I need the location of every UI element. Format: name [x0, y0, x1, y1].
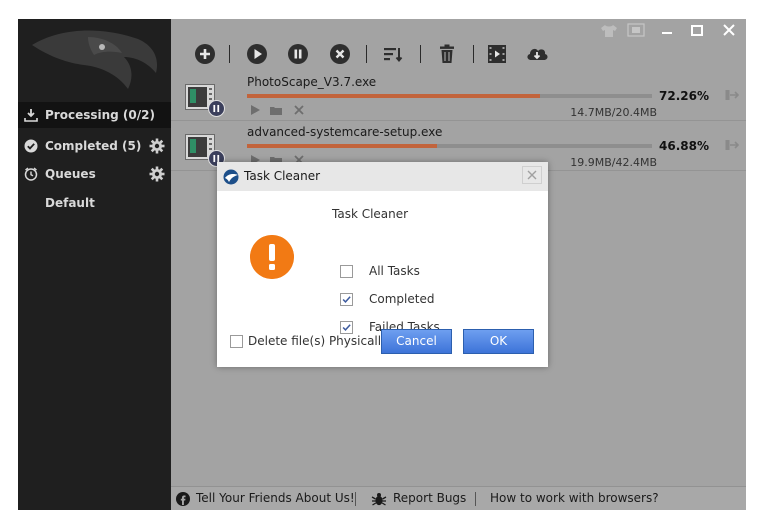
trash-icon[interactable]: [436, 43, 458, 65]
sidebar-item-label: Completed (5): [45, 139, 142, 153]
sidebar-item-label: Processing (0/2): [45, 108, 155, 122]
download-percent: 72.26%: [659, 89, 709, 103]
bug-icon[interactable]: [371, 491, 387, 507]
minimize-button[interactable]: [653, 21, 681, 41]
progress-fill: [247, 94, 540, 98]
toolbar-divider: [229, 45, 230, 63]
ok-button[interactable]: OK: [463, 329, 534, 354]
dialog-heading: Task Cleaner: [332, 207, 409, 221]
sidebar-item-queues[interactable]: Queues: [18, 161, 171, 187]
toolbar-divider: [473, 45, 474, 63]
cancel-icon[interactable]: [293, 104, 305, 116]
video-grabber-icon[interactable]: [486, 43, 508, 65]
eagle-logo: [32, 30, 158, 89]
paused-badge-icon: [208, 100, 225, 117]
mini-mode-icon[interactable]: [627, 23, 645, 37]
checkbox-label: Completed: [369, 292, 435, 306]
clock-icon: [24, 167, 38, 181]
check-circle-icon: [24, 139, 38, 153]
warning-icon: [250, 235, 294, 279]
pause-button[interactable]: [287, 43, 309, 65]
sidebar-item-label: Default: [45, 196, 95, 210]
download-file-name: advanced-systemcare-setup.exe: [247, 125, 443, 139]
tell-friends-link[interactable]: Tell Your Friends About Us!: [196, 491, 355, 505]
app-logo-icon: [223, 169, 239, 185]
maximize-button[interactable]: [683, 21, 711, 41]
download-file-name: PhotoScape_V3.7.exe: [247, 75, 377, 89]
add-download-button[interactable]: [194, 43, 216, 65]
sidebar-item-completed[interactable]: Completed (5): [18, 133, 171, 159]
dialog-close-button[interactable]: [522, 166, 542, 184]
checkbox-label: All Tasks: [369, 264, 420, 278]
checkbox-label: Delete file(s) Physically: [248, 334, 389, 348]
close-window-button[interactable]: [715, 21, 743, 41]
sidebar: Processing (0/2) Completed (5) Queues De…: [18, 19, 171, 510]
download-percent: 46.88%: [659, 139, 709, 153]
dialog-body: Task Cleaner All Tasks Completed Failed …: [217, 191, 548, 367]
open-arrow-icon[interactable]: [725, 88, 739, 102]
gear-icon[interactable]: [149, 138, 165, 154]
dialog-titlebar[interactable]: Task Cleaner: [217, 162, 548, 191]
sidebar-item-processing[interactable]: Processing (0/2): [18, 102, 171, 128]
folder-icon[interactable]: [270, 104, 282, 116]
task-cleaner-dialog: Task Cleaner Task Cleaner All Tasks Comp…: [217, 162, 548, 367]
sidebar-item-default-queue[interactable]: Default: [18, 190, 171, 216]
footer-bar: Tell Your Friends About Us! Report Bugs …: [171, 486, 746, 510]
progress-bar: [247, 144, 652, 148]
failed-tasks-checkbox[interactable]: [340, 321, 353, 334]
browsers-help-link[interactable]: How to work with browsers?: [490, 491, 659, 505]
sort-icon[interactable]: [382, 43, 404, 65]
footer-divider: [355, 492, 356, 506]
download-row[interactable]: PhotoScape_V3.7.exe 14.7MB/20.4MB 72.26%: [171, 72, 746, 121]
all-tasks-checkbox[interactable]: [340, 265, 353, 278]
toolbar-divider: [366, 45, 367, 63]
footer-divider: [475, 492, 476, 506]
open-arrow-icon[interactable]: [725, 138, 739, 152]
dialog-title: Task Cleaner: [244, 169, 321, 183]
play-icon[interactable]: [249, 104, 261, 116]
gear-icon[interactable]: [149, 166, 165, 182]
completed-checkbox[interactable]: [340, 293, 353, 306]
report-bugs-link[interactable]: Report Bugs: [393, 491, 466, 505]
resume-button[interactable]: [246, 43, 268, 65]
delete-files-checkbox[interactable]: [230, 335, 243, 348]
toolbar-divider: [420, 45, 421, 63]
facebook-icon[interactable]: [176, 492, 190, 506]
cloud-download-icon[interactable]: [525, 43, 549, 65]
download-icon: [24, 109, 38, 122]
skin-shirt-icon[interactable]: [599, 23, 619, 39]
sidebar-item-label: Queues: [45, 167, 96, 181]
cancel-button[interactable]: Cancel: [381, 329, 452, 354]
download-size: 14.7MB/20.4MB: [570, 106, 657, 119]
remove-button[interactable]: [329, 43, 351, 65]
progress-fill: [247, 144, 437, 148]
progress-bar: [247, 94, 652, 98]
